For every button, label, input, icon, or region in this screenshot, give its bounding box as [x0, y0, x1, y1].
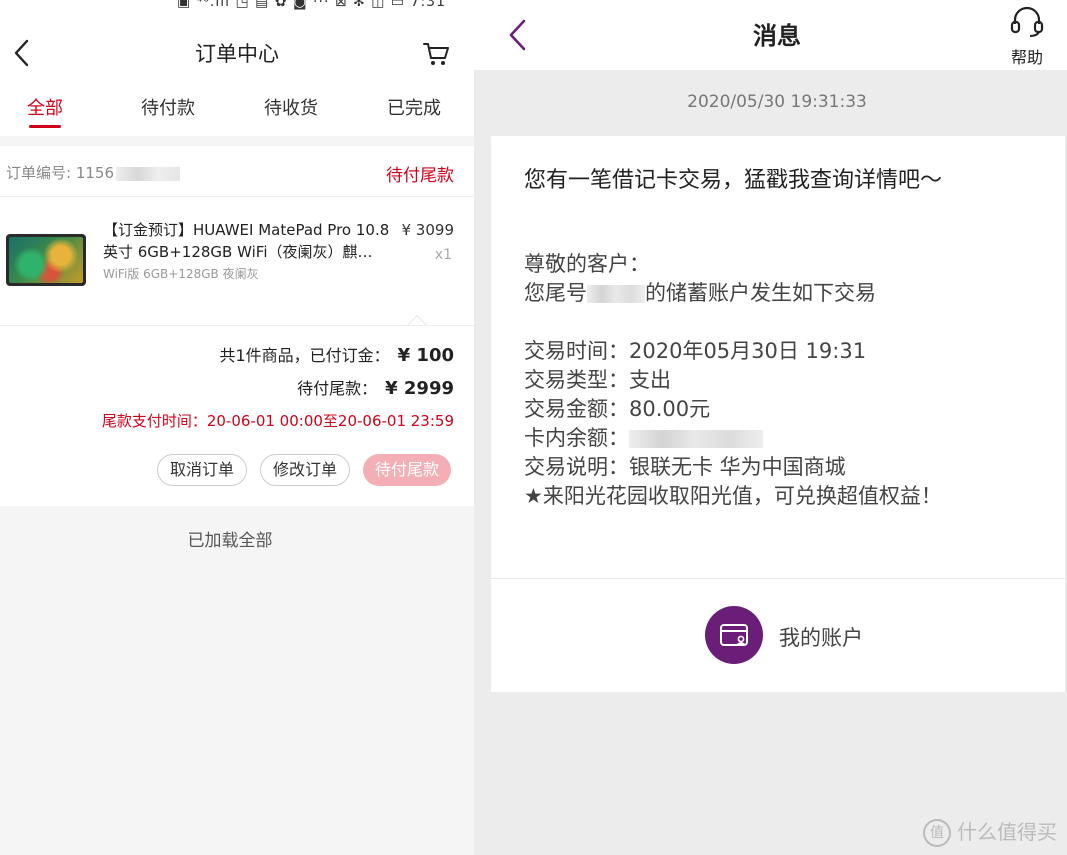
tab-pending-payment[interactable]: 待付款 — [118, 94, 218, 120]
cart-button[interactable] — [422, 39, 450, 67]
tab-pending-receipt[interactable]: 待收货 — [241, 94, 341, 120]
message-timestamp: 2020/05/30 19:31:33 — [687, 92, 867, 112]
tab-all[interactable]: 全部 — [0, 94, 95, 120]
order-center-header: 订单中心 全部 待付款 待收货 已完成 — [0, 14, 474, 136]
active-tab-indicator — [29, 125, 61, 128]
message-header: 消息 帮助 — [474, 0, 1067, 70]
order-tabs: 全部 待付款 待收货 已完成 — [0, 94, 474, 134]
my-account-label: 我的账户 — [779, 626, 863, 650]
cancel-order-button[interactable]: 取消订单 — [157, 454, 248, 486]
balance-label: 待付尾款： — [297, 379, 378, 398]
deposit-summary: 共1件商品，已付订金： ¥ 100 — [219, 342, 454, 366]
modify-order-button[interactable]: 修改订单 — [260, 454, 351, 486]
deposit-summary-label: 共1件商品，已付订金： — [219, 346, 390, 365]
help-label: 帮助 — [1010, 48, 1043, 67]
message-card: 您有一笔借记卡交易，猛戳我查询详情吧～ 尊敬的客户： 您尾号 的储蓄账户发生如下交… — [491, 136, 1065, 692]
order-number-redacted — [116, 166, 180, 181]
product-name[interactable]: 【订金预订】HUAWEI MatePad Pro 10.8英寸 6GB+128G… — [103, 219, 393, 263]
product-quantity: x1 — [434, 247, 452, 263]
message-headline[interactable]: 您有一笔借记卡交易，猛戳我查询详情吧～ — [524, 162, 942, 194]
balance-summary: 待付尾款： ¥ 2999 — [297, 375, 454, 399]
headset-icon — [1010, 6, 1044, 37]
divider — [491, 578, 1065, 579]
product-image[interactable] — [6, 234, 86, 286]
product-spec: WiFi版 6GB+128GB 夜阑灰 — [103, 267, 259, 281]
order-number-text: 订单编号: 1156 — [6, 164, 114, 182]
deposit-amount: ¥ 100 — [397, 345, 454, 366]
order-card[interactable]: 订单编号: 1156 待付尾款 【订金预订】HUAWEI MatePad Pro… — [0, 146, 474, 506]
watermark: 值什么值得买 — [923, 816, 1057, 847]
promo-text[interactable]: ★来阳光花园收取阳光值，可兑换超值权益！ — [524, 480, 942, 510]
help-button[interactable]: 帮助 — [1005, 6, 1049, 67]
page-title: 消息 — [753, 22, 801, 50]
watermark-logo-icon: 值 — [923, 819, 951, 847]
account-suffix: 的储蓄账户发生如下交易 — [645, 281, 876, 305]
order-number: 订单编号: 1156 — [6, 162, 180, 183]
card-balance: 卡内余额： — [524, 422, 763, 452]
trade-description: 交易说明：银联无卡 华为中国商城 — [524, 455, 846, 479]
balance-amount: ¥ 2999 — [385, 378, 454, 399]
account-prefix: 您尾号 — [524, 281, 587, 305]
page-title: 订单中心 — [195, 42, 279, 66]
card-balance-redacted — [629, 430, 763, 448]
loaded-all-text: 已加载全部 — [187, 531, 273, 551]
account-number-redacted — [587, 285, 645, 303]
watermark-text: 什么值得买 — [957, 819, 1057, 844]
trade-amount: 交易金额：80.00元 — [524, 397, 711, 421]
order-status: 待付尾款 — [386, 166, 454, 186]
tab-completed[interactable]: 已完成 — [364, 94, 464, 120]
card-balance-label: 卡内余额： — [524, 426, 629, 450]
divider — [0, 196, 474, 197]
greeting: 尊敬的客户： — [524, 252, 650, 276]
status-bar: ▣ ⁴⁶.ıll ◳ ▤ ✿ ◙ ··· ⊠ ✻ ◫ ▭ 7:31 — [0, 0, 474, 14]
trade-time: 交易时间：2020年05月30日 19:31 — [524, 339, 867, 363]
order-center-screen: ▣ ⁴⁶.ıll ◳ ▤ ✿ ◙ ··· ⊠ ✻ ◫ ▭ 7:31 订单中心 全… — [0, 0, 474, 855]
payment-deadline: 尾款支付时间：20-06-01 00:00至20-06-01 23:59 — [101, 412, 454, 430]
divider — [0, 325, 474, 326]
message-screen: 消息 帮助 2020/05/30 19:31:33 您有一笔借记卡交易，猛戳我查… — [474, 0, 1067, 855]
product-price: ¥ 3099 — [401, 221, 455, 239]
trade-type: 交易类型：支出 — [524, 368, 671, 392]
status-bar-icons: ▣ ⁴⁶.ıll ◳ ▤ ✿ ◙ ··· ⊠ ✻ ◫ ▭ 7:31 — [177, 0, 446, 10]
account-notice: 您尾号 的储蓄账户发生如下交易 — [524, 277, 876, 307]
cart-icon — [423, 43, 449, 65]
pay-balance-button[interactable]: 待付尾款 — [363, 454, 452, 486]
account-icon — [705, 606, 763, 664]
